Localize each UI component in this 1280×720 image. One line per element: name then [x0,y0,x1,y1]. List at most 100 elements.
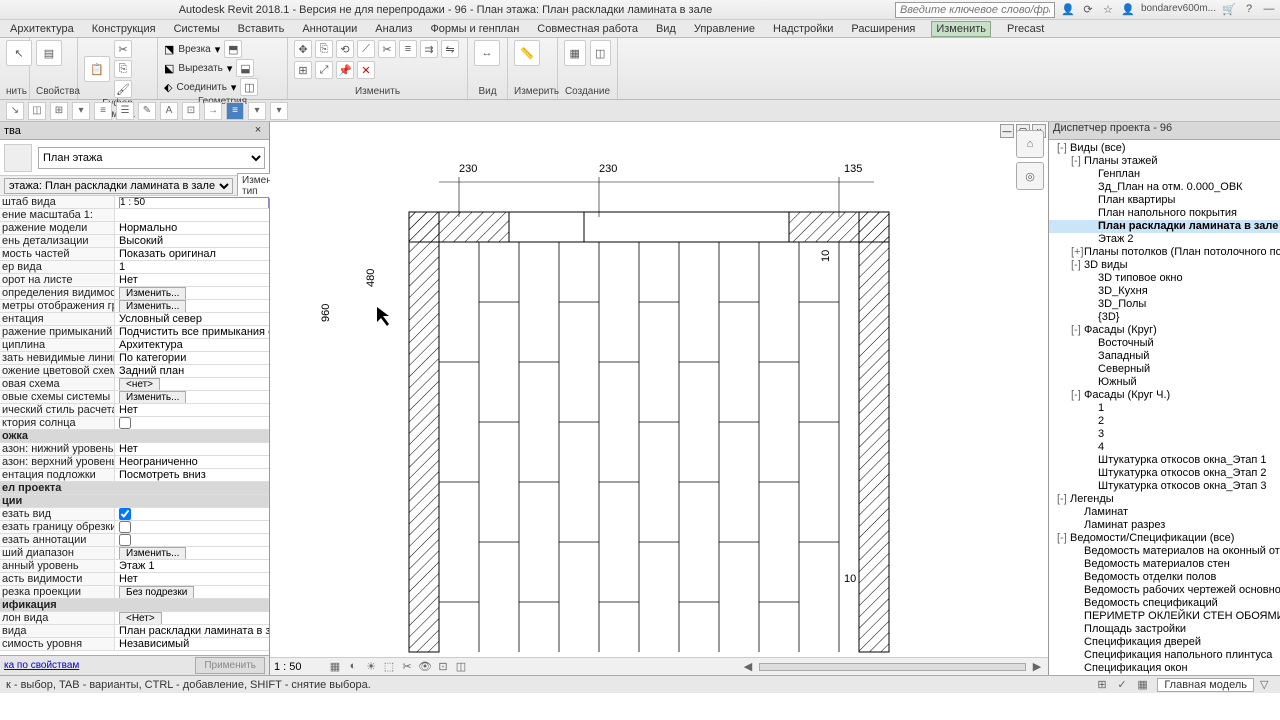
property-row[interactable]: резка проекцииБез подрезки [0,586,269,599]
property-row[interactable]: овая схема<нет> [0,378,269,391]
drawing-canvas[interactable]: — ▢ × ⌂ ◎ [270,122,1048,675]
move-icon[interactable]: ✥ [294,40,312,58]
vcb-icon[interactable]: ⬚ [382,660,396,674]
tab-massing[interactable]: Формы и генплан [428,21,521,37]
cut-icon[interactable]: ✂ [114,40,132,58]
prop-button[interactable]: Без подрезки [119,586,194,598]
tree-node[interactable]: План напольного покрытия [1049,207,1280,220]
tab-extensions[interactable]: Расширения [849,21,917,37]
favorite-icon[interactable]: ☆ [1101,3,1115,17]
scale-icon[interactable]: ⤢ [315,61,333,79]
tree-node[interactable]: [-] Виды (все) [1049,142,1280,155]
tab-insert[interactable]: Вставить [236,21,287,37]
prop-button[interactable]: Изменить... [119,287,186,299]
tree-node[interactable]: 3D типовое окно [1049,272,1280,285]
property-row[interactable]: анный уровеньЭтаж 1 [0,560,269,573]
tree-node[interactable]: Спецификация окон [1049,662,1280,675]
prop-input[interactable] [119,197,269,209]
tree-node[interactable]: Штукатурка откосов окна_Этап 2 [1049,467,1280,480]
status-icon[interactable]: ✓ [1117,678,1131,692]
qat-btn[interactable]: ≡ [94,102,112,120]
property-row[interactable]: видаПлан раскладки ламината в зале [0,625,269,638]
properties-grid[interactable]: штаб видаение масштаба 1:ражение моделиН… [0,196,269,655]
tree-node[interactable]: План раскладки ламината в зале [1049,220,1280,233]
scale-label[interactable]: 1 : 50 [274,661,324,673]
tree-node[interactable]: [-] Ведомости/Спецификации (все) [1049,532,1280,545]
tree-node[interactable]: Площадь застройки [1049,623,1280,636]
property-row[interactable]: мость частейПоказать оригинал [0,248,269,261]
tree-node[interactable]: ПЕРИМЕТР ОКЛЕЙКИ СТЕН ОБОЯМИ [1049,610,1280,623]
offset-icon[interactable]: ⇉ [420,40,438,58]
mirror-icon[interactable]: ⇋ [441,40,459,58]
cope-icon[interactable]: ⬔ [164,43,174,56]
qat-btn[interactable]: ▾ [270,102,288,120]
tree-node[interactable]: 1 [1049,402,1280,415]
measure-button[interactable]: 📏 [514,40,540,66]
tab-architecture[interactable]: Архитектура [8,21,76,37]
prop-button[interactable]: Изменить... [119,391,186,403]
tree-node[interactable]: Ведомость рабочих чертежей основного ком… [1049,584,1280,597]
login-icon[interactable]: 👤 [1061,3,1075,17]
instance-selector[interactable]: этажа: План раскладки ламината в зале [4,178,233,194]
property-row[interactable]: ражение моделиНормально [0,222,269,235]
tree-node[interactable]: 3D_Кухня [1049,285,1280,298]
copy-icon[interactable]: ⎘ [114,60,132,78]
prop-button[interactable]: Изменить... [119,300,186,312]
property-row[interactable]: ический стиль расчета по у...Нет [0,404,269,417]
vcb-icon[interactable]: ▦ [328,660,342,674]
qat-btn[interactable]: ≡ [226,102,244,120]
nav-home-icon[interactable]: ⌂ [1016,130,1044,158]
create-button2[interactable]: ◫ [590,40,612,66]
property-row[interactable]: ентация подложкиПосмотреть вниз [0,469,269,482]
prop-checkbox[interactable] [119,417,131,429]
property-row[interactable]: лон вида<Нет> [0,612,269,625]
match-icon[interactable]: 🖌 [114,80,132,98]
tree-node[interactable]: [-] Фасады (Круг) [1049,324,1280,337]
cart-icon[interactable]: 🛒 [1222,3,1236,17]
property-row[interactable]: циплинаАрхитектура [0,339,269,352]
tree-node[interactable]: Штукатурка откосов окна_Этап 1 [1049,454,1280,467]
tab-precast[interactable]: Precast [1005,21,1046,37]
property-row[interactable]: ожение цветовой схемыЗадний план [0,365,269,378]
prop-button[interactable]: Изменить... [119,547,186,559]
qat-btn[interactable]: A [160,102,178,120]
trim-icon[interactable]: ⟋ [357,40,375,58]
tree-node[interactable]: 4 [1049,441,1280,454]
minimize-icon[interactable]: — [1262,3,1276,17]
join-icon[interactable]: ⬖ [164,81,172,94]
modify-button[interactable]: ↖ [6,40,32,66]
tab-view[interactable]: Вид [654,21,678,37]
tab-structure[interactable]: Конструкция [90,21,158,37]
tab-analyze[interactable]: Анализ [373,21,414,37]
property-row[interactable]: орот на листеНет [0,274,269,287]
property-row[interactable]: зать невидимые линииПо категории [0,352,269,365]
property-row[interactable]: ожка [0,430,269,443]
qat-btn[interactable]: ◫ [28,102,46,120]
qat-btn[interactable]: ▾ [248,102,266,120]
filter-icon[interactable]: ▽ [1260,678,1274,692]
tab-systems[interactable]: Системы [172,21,222,37]
property-row[interactable]: определения видимости/гр...Изменить... [0,287,269,300]
property-row[interactable]: ражение примыканий стенПодчистить все пр… [0,326,269,339]
pin-icon[interactable]: 📌 [336,61,354,79]
tree-node[interactable]: Зд_План на отм. 0.000_ОВК [1049,181,1280,194]
property-row[interactable]: ший диапазонИзменить... [0,547,269,560]
close-icon[interactable]: × [251,124,265,138]
property-row[interactable]: азон: верхний уровеньНеограниченно [0,456,269,469]
property-row[interactable]: ктория солнца [0,417,269,430]
status-icon[interactable]: ⊞ [1097,678,1111,692]
property-row[interactable]: овые схемы системыИзменить... [0,391,269,404]
tree-node[interactable]: Ведомость отделки полов [1049,571,1280,584]
property-row[interactable]: азон: нижний уровеньНет [0,443,269,456]
vcb-icon[interactable]: ◫ [454,660,468,674]
qat-btn[interactable]: ↘ [6,102,24,120]
property-row[interactable]: симость уровняНезависимый [0,638,269,651]
geom-icon1[interactable]: ⬒ [224,40,242,58]
vcb-icon[interactable]: ◐ [346,660,360,674]
prop-checkbox[interactable] [119,534,131,546]
vcb-icon[interactable]: ☀ [364,660,378,674]
tree-node[interactable]: [-] Планы этажей [1049,155,1280,168]
paste-button[interactable]: 📋 [84,56,110,82]
split-icon[interactable]: ✂ [378,40,396,58]
property-row[interactable]: ел проекта [0,482,269,495]
